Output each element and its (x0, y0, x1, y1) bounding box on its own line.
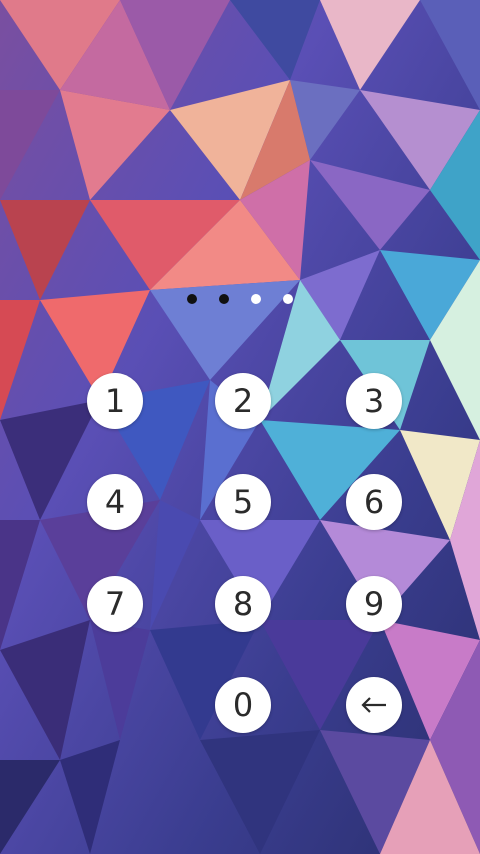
key-9[interactable]: 9 (346, 576, 402, 632)
key-5[interactable]: 5 (215, 474, 271, 530)
lock-screen: 1 2 3 4 5 6 7 8 9 0 (0, 0, 480, 854)
key-7[interactable]: 7 (87, 576, 143, 632)
key-4[interactable]: 4 (87, 474, 143, 530)
pin-dot-filled (187, 294, 197, 304)
key-3[interactable]: 3 (346, 373, 402, 429)
key-2[interactable]: 2 (215, 373, 271, 429)
pin-indicator (0, 292, 480, 306)
pin-dot-filled (219, 294, 229, 304)
key-1[interactable]: 1 (87, 373, 143, 429)
backspace-arrow-icon (361, 697, 386, 713)
key-6[interactable]: 6 (346, 474, 402, 530)
key-8[interactable]: 8 (215, 576, 271, 632)
pin-dot-empty (283, 294, 293, 304)
backspace-button[interactable] (346, 677, 402, 733)
pin-dot-empty (251, 294, 261, 304)
key-0[interactable]: 0 (215, 677, 271, 733)
